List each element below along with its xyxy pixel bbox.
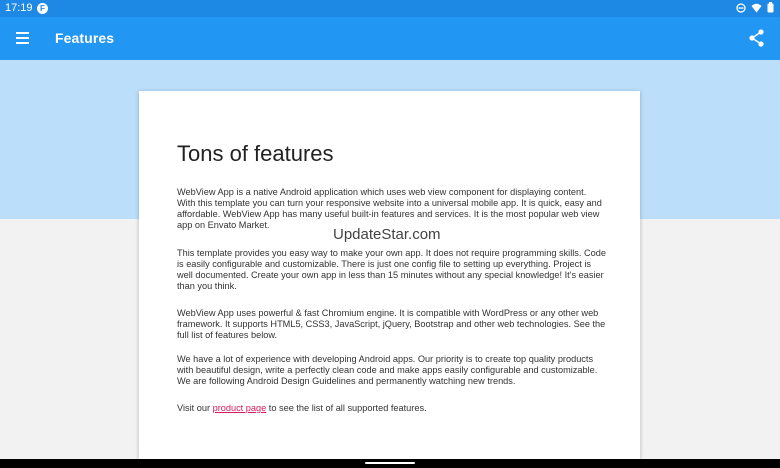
- navigation-bar: [0, 459, 780, 468]
- content-card: Tons of features WebView App is a native…: [139, 91, 640, 459]
- battery-icon: [767, 2, 774, 16]
- paragraph-experience: We have a lot of experience with develop…: [177, 354, 598, 386]
- paragraph-chromium: WebView App uses powerful & fast Chromiu…: [177, 308, 606, 340]
- app-bar: Features: [0, 17, 780, 60]
- status-time: 17:19: [5, 2, 33, 14]
- paragraph-easy-way: This template provides you easy way to m…: [177, 248, 606, 291]
- wifi-icon: [751, 3, 762, 16]
- page-title: Features: [55, 30, 115, 46]
- visit-suffix: to see the list of all supported feature…: [268, 403, 427, 413]
- share-icon[interactable]: [748, 28, 766, 48]
- card-title: Tons of features: [177, 141, 334, 166]
- watermark-text: UpdateStar.com: [333, 226, 441, 243]
- status-bar: 17:19 F: [0, 0, 780, 17]
- gesture-handle[interactable]: [365, 462, 415, 464]
- app-notification-icon: F: [37, 3, 48, 14]
- visit-prefix: Visit our: [177, 403, 211, 413]
- do-not-disturb-icon: [736, 2, 746, 16]
- paragraph-visit: Visit our product page to see the list o…: [177, 403, 607, 414]
- system-icons: [736, 2, 774, 16]
- paragraph-intro: WebView App is a native Android applicat…: [177, 187, 602, 230]
- hamburger-menu-icon[interactable]: [14, 29, 34, 47]
- product-page-link[interactable]: product page: [213, 403, 267, 413]
